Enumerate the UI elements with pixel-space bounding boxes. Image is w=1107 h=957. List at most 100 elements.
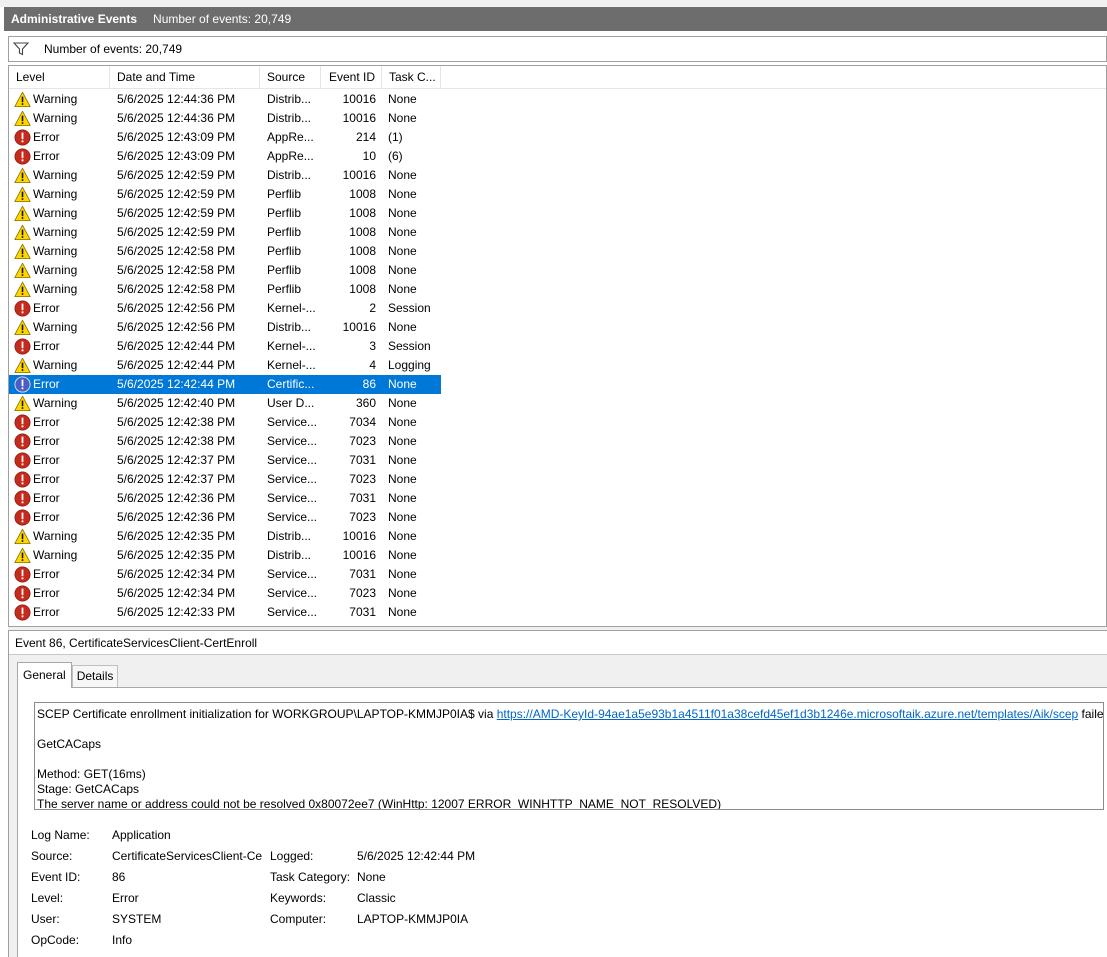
user-value: SYSTEM <box>112 912 162 926</box>
cell-task-category: None <box>388 472 417 486</box>
cell-source: Kernel-... <box>267 301 316 315</box>
cell-task-category: None <box>388 510 417 524</box>
cell-date-time: 5/6/2025 12:42:33 PM <box>117 605 236 619</box>
column-header-date[interactable]: Date and Time <box>110 66 260 89</box>
table-row[interactable]: Error 5/6/2025 12:42:56 PM Kernel-... 2 Sess… <box>9 299 441 318</box>
cell-event-id: 10 <box>362 149 376 163</box>
cell-event-id: 10016 <box>342 548 376 562</box>
cell-date-time: 5/6/2025 12:42:35 PM <box>117 529 236 543</box>
cell-date-time: 5/6/2025 12:42:38 PM <box>117 434 236 448</box>
message-prefix: SCEP Certificate enrollment initializati… <box>37 707 497 721</box>
table-row[interactable]: Warning 5/6/2025 12:42:59 PM Perflib 1008 No… <box>9 204 441 223</box>
cell-task-category: (1) <box>388 130 403 144</box>
table-row[interactable]: Warning 5/6/2025 12:42:59 PM Perflib 1008 No… <box>9 185 441 204</box>
table-row[interactable]: Warning 5/6/2025 12:42:40 PM User D... 360 N… <box>9 394 441 413</box>
cell-event-id: 10016 <box>342 111 376 125</box>
table-row[interactable]: Error 5/6/2025 12:43:09 PM AppRe... 214 (1) <box>9 128 441 147</box>
cell-date-time: 5/6/2025 12:44:36 PM <box>117 92 236 106</box>
cell-date-time: 5/6/2025 12:42:36 PM <box>117 510 236 524</box>
table-row-selected[interactable]: Error 5/6/2025 12:42:44 PM Certific... 86 No… <box>9 375 441 394</box>
table-row[interactable]: Error 5/6/2025 12:42:34 PM Service... 7023 N… <box>9 584 441 603</box>
warning-icon <box>14 528 31 545</box>
table-row[interactable]: Error 5/6/2025 12:42:44 PM Kernel-... 3 Sess… <box>9 337 441 356</box>
table-row[interactable]: Warning 5/6/2025 12:42:58 PM Perflib 1008 No… <box>9 280 441 299</box>
cell-task-category: None <box>388 282 417 296</box>
table-row[interactable]: Warning 5/6/2025 12:42:35 PM Distrib... 100… <box>9 527 441 546</box>
cell-date-time: 5/6/2025 12:42:44 PM <box>117 377 236 391</box>
cell-task-category: None <box>388 453 417 467</box>
table-row[interactable]: Error 5/6/2025 12:43:09 PM AppRe... 10 (6) <box>9 147 441 166</box>
table-row[interactable]: Error 5/6/2025 12:42:33 PM Service... 7031 N… <box>9 603 441 622</box>
cell-task-category: None <box>388 244 417 258</box>
tab-details[interactable]: Details <box>71 665 119 687</box>
error-icon <box>14 129 31 146</box>
cell-source: Perflib <box>267 206 302 220</box>
level-text: Error <box>33 415 60 429</box>
cell-date-time: 5/6/2025 12:42:58 PM <box>117 282 236 296</box>
cell-level: Warning <box>9 261 110 280</box>
warning-icon <box>14 224 31 241</box>
table-row[interactable]: Error 5/6/2025 12:42:34 PM Service... 7031 N… <box>9 565 441 584</box>
events-grid[interactable]: Level Date and Time Source Event ID Task… <box>8 65 1107 626</box>
opcode-label: OpCode: <box>31 933 80 947</box>
column-header-source[interactable]: Source <box>260 66 321 89</box>
table-row[interactable]: Warning 5/6/2025 12:42:44 PM Kernel-... 4 Lo… <box>9 356 441 375</box>
column-header-event-id[interactable]: Event ID <box>321 66 382 89</box>
cell-event-id: 7023 <box>349 510 376 524</box>
event-id-value: 86 <box>112 870 126 884</box>
table-row[interactable]: Error 5/6/2025 12:42:37 PM Service... 7023 N… <box>9 470 441 489</box>
cell-event-id: 7031 <box>349 567 376 581</box>
task-category-label: Task Category: <box>270 870 351 884</box>
cell-date-time: 5/6/2025 12:43:09 PM <box>117 130 236 144</box>
cell-task-category: Session <box>388 339 431 353</box>
table-row[interactable]: Error 5/6/2025 12:42:37 PM Service... 7031 N… <box>9 451 441 470</box>
user-label: User: <box>31 912 60 926</box>
message-line-2: GetCACaps <box>37 737 102 751</box>
cell-task-category: Session <box>388 301 431 315</box>
level-text: Error <box>33 434 60 448</box>
table-row[interactable]: Warning 5/6/2025 12:42:35 PM Distrib... 100… <box>9 546 441 565</box>
table-row[interactable]: Warning 5/6/2025 12:44:36 PM Distrib... 100… <box>9 109 441 128</box>
table-row[interactable]: Warning 5/6/2025 12:42:58 PM Perflib 1008 No… <box>9 242 441 261</box>
table-row[interactable]: Warning 5/6/2025 12:42:59 PM Distrib... 100… <box>9 166 441 185</box>
cell-level: Error <box>9 508 110 527</box>
table-row[interactable]: Error 5/6/2025 12:42:36 PM Service... 7031 N… <box>9 489 441 508</box>
table-row[interactable]: Error 5/6/2025 12:42:38 PM Service... 7034 N… <box>9 413 441 432</box>
tab-general[interactable]: General <box>17 662 72 688</box>
cell-level: Warning <box>9 166 110 185</box>
error-icon <box>14 414 31 431</box>
column-header-task-category[interactable]: Task C... <box>382 66 441 89</box>
error-icon <box>14 148 31 165</box>
table-row[interactable]: Warning 5/6/2025 12:44:36 PM Distrib... 100… <box>9 90 441 109</box>
cell-date-time: 5/6/2025 12:42:36 PM <box>117 491 236 505</box>
cell-level: Error <box>9 413 110 432</box>
column-header-level[interactable]: Level <box>9 66 110 89</box>
cell-event-id: 7023 <box>349 472 376 486</box>
cell-task-category: None <box>388 92 417 106</box>
computer-label: Computer: <box>270 912 327 926</box>
cell-task-category: None <box>388 567 417 581</box>
level-text: Error <box>33 149 60 163</box>
logged-label: Logged: <box>270 849 314 863</box>
table-row[interactable]: Warning 5/6/2025 12:42:59 PM Perflib 1008 No… <box>9 223 441 242</box>
cell-source: Distrib... <box>267 548 312 562</box>
cell-source: Service... <box>267 491 318 505</box>
scep-url-link[interactable]: https://AMD-KeyId-94ae1a5e93b1a4511f01a3… <box>497 707 1079 721</box>
table-row[interactable]: Error 5/6/2025 12:42:38 PM Service... 7023 N… <box>9 432 441 451</box>
table-row[interactable]: Warning 5/6/2025 12:42:56 PM Distrib... 100… <box>9 318 441 337</box>
cell-level: Warning <box>9 356 110 375</box>
event-message[interactable]: SCEP Certificate enrollment initializati… <box>34 702 1104 810</box>
warning-icon <box>14 205 31 222</box>
level-text: Warning <box>33 396 78 410</box>
filter-count: Number of events: 20,749 <box>44 42 183 56</box>
cell-level: Warning <box>9 527 110 546</box>
level-text: Warning <box>33 548 78 562</box>
table-row[interactable]: Warning 5/6/2025 12:42:58 PM Perflib 1008 No… <box>9 261 441 280</box>
level-text: Warning <box>33 358 78 372</box>
level-text: Error <box>33 472 60 486</box>
filter-icon[interactable] <box>13 42 29 56</box>
table-row[interactable]: Error 5/6/2025 12:42:36 PM Service... 7023 N… <box>9 508 441 527</box>
cell-event-id: 10016 <box>342 168 376 182</box>
cell-date-time: 5/6/2025 12:42:37 PM <box>117 472 236 486</box>
cell-date-time: 5/6/2025 12:42:59 PM <box>117 206 236 220</box>
